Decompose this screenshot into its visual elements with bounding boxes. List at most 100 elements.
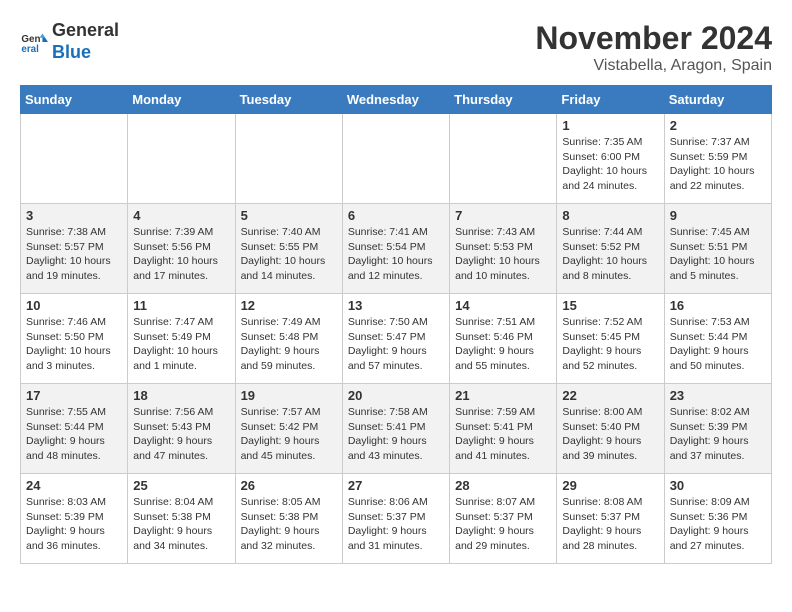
calendar-cell: 23 Sunrise: 8:02 AM Sunset: 5:39 PM Dayli…	[664, 384, 771, 474]
calendar-cell: 29Sunrise: 8:08 AM Sunset: 5:37 PM Dayli…	[557, 474, 664, 564]
day-number: 21	[455, 388, 551, 403]
day-info: Sunrise: 7:38 AM Sunset: 5:57 PM Dayligh…	[26, 225, 122, 284]
weekday-header: Saturday	[664, 86, 771, 114]
day-info: Sunrise: 8:08 AM Sunset: 5:37 PM Dayligh…	[562, 495, 658, 554]
calendar-cell: 26 Sunrise: 8:05 AM Sunset: 5:38 PM Dayli…	[235, 474, 342, 564]
day-number: 23	[670, 388, 766, 403]
day-info: Sunrise: 8:05 AM Sunset: 5:38 PM Dayligh…	[241, 495, 337, 554]
day-number: 8	[562, 208, 658, 223]
calendar-cell: 3 Sunrise: 7:38 AM Sunset: 5:57 PM Daylig…	[21, 204, 128, 294]
calendar-cell: 21 Sunrise: 7:59 AM Sunset: 5:41 PM Dayli…	[450, 384, 557, 474]
weekday-header: Monday	[128, 86, 235, 114]
calendar-cell: 6 Sunrise: 7:41 AM Sunset: 5:54 PM Daylig…	[342, 204, 449, 294]
day-info: Sunrise: 7:58 AM Sunset: 5:41 PM Dayligh…	[348, 405, 444, 464]
calendar-cell	[21, 114, 128, 204]
calendar-cell: 8 Sunrise: 7:44 AM Sunset: 5:52 PM Daylig…	[557, 204, 664, 294]
day-info: Sunrise: 7:49 AM Sunset: 5:48 PM Dayligh…	[241, 315, 337, 374]
calendar-cell: 27Sunrise: 8:06 AM Sunset: 5:37 PM Dayli…	[342, 474, 449, 564]
day-info: Sunrise: 7:50 AM Sunset: 5:47 PM Dayligh…	[348, 315, 444, 374]
calendar-week-row: 24 Sunrise: 8:03 AM Sunset: 5:39 PM Dayli…	[21, 474, 772, 564]
calendar-cell: 22 Sunrise: 8:00 AM Sunset: 5:40 PM Dayli…	[557, 384, 664, 474]
weekday-header: Sunday	[21, 86, 128, 114]
day-number: 20	[348, 388, 444, 403]
calendar-cell: 24 Sunrise: 8:03 AM Sunset: 5:39 PM Dayli…	[21, 474, 128, 564]
day-number: 18	[133, 388, 229, 403]
day-info: Sunrise: 7:43 AM Sunset: 5:53 PM Dayligh…	[455, 225, 551, 284]
day-info: Sunrise: 7:51 AM Sunset: 5:46 PM Dayligh…	[455, 315, 551, 374]
calendar-header: SundayMondayTuesdayWednesdayThursdayFrid…	[21, 86, 772, 114]
logo-blue: Blue	[52, 42, 119, 64]
day-info: Sunrise: 7:41 AM Sunset: 5:54 PM Dayligh…	[348, 225, 444, 284]
day-number: 12	[241, 298, 337, 313]
day-number: 5	[241, 208, 337, 223]
day-number: 19	[241, 388, 337, 403]
day-number: 2	[670, 118, 766, 133]
day-info: Sunrise: 7:53 AM Sunset: 5:44 PM Dayligh…	[670, 315, 766, 374]
day-number: 25	[133, 478, 229, 493]
calendar-week-row: 17 Sunrise: 7:55 AM Sunset: 5:44 PM Dayli…	[21, 384, 772, 474]
day-number: 26	[241, 478, 337, 493]
day-info: Sunrise: 8:07 AM Sunset: 5:37 PM Dayligh…	[455, 495, 551, 554]
day-number: 24	[26, 478, 122, 493]
calendar-cell: 5Sunrise: 7:40 AM Sunset: 5:55 PM Daylig…	[235, 204, 342, 294]
calendar-cell	[450, 114, 557, 204]
calendar-cell: 9 Sunrise: 7:45 AM Sunset: 5:51 PM Daylig…	[664, 204, 771, 294]
logo-general: General	[52, 20, 119, 42]
day-number: 3	[26, 208, 122, 223]
svg-text:eral: eral	[21, 43, 39, 54]
day-number: 13	[348, 298, 444, 313]
weekday-header: Tuesday	[235, 86, 342, 114]
calendar-cell: 13 Sunrise: 7:50 AM Sunset: 5:47 PM Dayli…	[342, 294, 449, 384]
day-number: 10	[26, 298, 122, 313]
calendar-cell: 7 Sunrise: 7:43 AM Sunset: 5:53 PM Daylig…	[450, 204, 557, 294]
calendar-cell: 25Sunrise: 8:04 AM Sunset: 5:38 PM Dayli…	[128, 474, 235, 564]
day-info: Sunrise: 7:57 AM Sunset: 5:42 PM Dayligh…	[241, 405, 337, 464]
calendar-cell: 11 Sunrise: 7:47 AM Sunset: 5:49 PM Dayli…	[128, 294, 235, 384]
day-number: 9	[670, 208, 766, 223]
calendar-table: SundayMondayTuesdayWednesdayThursdayFrid…	[20, 85, 772, 564]
logo: Gen eral General Blue	[20, 20, 119, 63]
day-number: 22	[562, 388, 658, 403]
calendar-cell: 30Sunrise: 8:09 AM Sunset: 5:36 PM Dayli…	[664, 474, 771, 564]
day-info: Sunrise: 7:45 AM Sunset: 5:51 PM Dayligh…	[670, 225, 766, 284]
calendar-cell: 1Sunrise: 7:35 AM Sunset: 6:00 PM Daylig…	[557, 114, 664, 204]
calendar-week-row: 10 Sunrise: 7:46 AM Sunset: 5:50 PM Dayli…	[21, 294, 772, 384]
day-number: 4	[133, 208, 229, 223]
day-number: 6	[348, 208, 444, 223]
day-info: Sunrise: 7:44 AM Sunset: 5:52 PM Dayligh…	[562, 225, 658, 284]
day-info: Sunrise: 7:46 AM Sunset: 5:50 PM Dayligh…	[26, 315, 122, 374]
calendar-cell: 12 Sunrise: 7:49 AM Sunset: 5:48 PM Dayli…	[235, 294, 342, 384]
calendar-cell: 17 Sunrise: 7:55 AM Sunset: 5:44 PM Dayli…	[21, 384, 128, 474]
day-number: 15	[562, 298, 658, 313]
logo-text: General Blue	[52, 20, 119, 63]
page-header: Gen eral General Blue November 2024 Vist…	[20, 20, 772, 75]
day-info: Sunrise: 8:03 AM Sunset: 5:39 PM Dayligh…	[26, 495, 122, 554]
day-info: Sunrise: 8:06 AM Sunset: 5:37 PM Dayligh…	[348, 495, 444, 554]
day-info: Sunrise: 8:02 AM Sunset: 5:39 PM Dayligh…	[670, 405, 766, 464]
calendar-cell: 15 Sunrise: 7:52 AM Sunset: 5:45 PM Dayli…	[557, 294, 664, 384]
title-block: November 2024 Vistabella, Aragon, Spain	[535, 20, 772, 75]
weekday-header: Thursday	[450, 86, 557, 114]
day-number: 11	[133, 298, 229, 313]
day-number: 7	[455, 208, 551, 223]
calendar-cell: 10 Sunrise: 7:46 AM Sunset: 5:50 PM Dayli…	[21, 294, 128, 384]
day-info: Sunrise: 7:55 AM Sunset: 5:44 PM Dayligh…	[26, 405, 122, 464]
weekday-header-row: SundayMondayTuesdayWednesdayThursdayFrid…	[21, 86, 772, 114]
day-number: 17	[26, 388, 122, 403]
day-number: 30	[670, 478, 766, 493]
weekday-header: Friday	[557, 86, 664, 114]
day-info: Sunrise: 7:47 AM Sunset: 5:49 PM Dayligh…	[133, 315, 229, 374]
calendar-cell: 2Sunrise: 7:37 AM Sunset: 5:59 PM Daylig…	[664, 114, 771, 204]
day-info: Sunrise: 8:00 AM Sunset: 5:40 PM Dayligh…	[562, 405, 658, 464]
day-info: Sunrise: 7:39 AM Sunset: 5:56 PM Dayligh…	[133, 225, 229, 284]
calendar-cell: 18Sunrise: 7:56 AM Sunset: 5:43 PM Dayli…	[128, 384, 235, 474]
calendar-week-row: 3 Sunrise: 7:38 AM Sunset: 5:57 PM Daylig…	[21, 204, 772, 294]
calendar-cell	[128, 114, 235, 204]
day-info: Sunrise: 7:59 AM Sunset: 5:41 PM Dayligh…	[455, 405, 551, 464]
calendar-cell	[342, 114, 449, 204]
calendar-cell: 14Sunrise: 7:51 AM Sunset: 5:46 PM Dayli…	[450, 294, 557, 384]
calendar-cell: 19 Sunrise: 7:57 AM Sunset: 5:42 PM Dayli…	[235, 384, 342, 474]
calendar-week-row: 1Sunrise: 7:35 AM Sunset: 6:00 PM Daylig…	[21, 114, 772, 204]
location: Vistabella, Aragon, Spain	[535, 57, 772, 75]
day-info: Sunrise: 7:52 AM Sunset: 5:45 PM Dayligh…	[562, 315, 658, 374]
